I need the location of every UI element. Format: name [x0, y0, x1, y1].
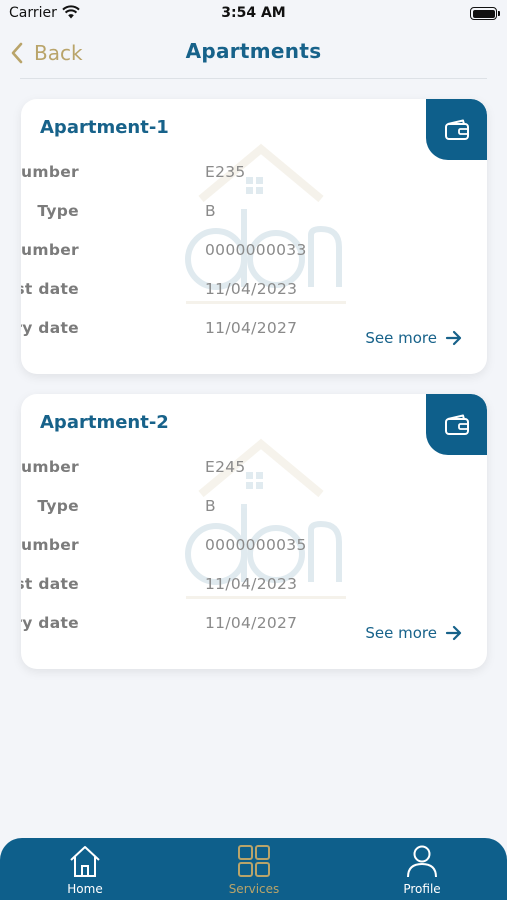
wallet-icon [444, 119, 469, 140]
field-label: Type [37, 202, 79, 220]
field-value: E235 [205, 163, 246, 181]
apartment-title: Apartment-2 [40, 412, 169, 433]
field-label: Request number [21, 536, 79, 554]
see-more-label: See more [365, 624, 437, 642]
home-icon [70, 846, 100, 877]
field-value: B [205, 497, 216, 515]
field-label: Request date [21, 280, 79, 298]
field-label: Delivery date [21, 614, 79, 632]
field-value: 11/04/2027 [205, 319, 298, 337]
field-value: E245 [205, 458, 246, 476]
apartment-title: Apartment-1 [40, 117, 169, 138]
wallet-button[interactable] [426, 394, 487, 455]
field-value: 11/04/2023 [205, 575, 298, 593]
field-value: 11/04/2023 [205, 280, 298, 298]
arrow-right-icon [445, 330, 462, 346]
field-label: Number [21, 458, 79, 476]
field-row: Request number 0000000033 [21, 241, 381, 263]
navigation-bar: Back Apartments [0, 30, 507, 80]
tab-services-label: Services [228, 882, 280, 896]
person-icon [407, 845, 437, 878]
field-row: Delivery date 11/04/2027 [21, 319, 381, 341]
status-time: 3:54 AM [221, 5, 286, 21]
field-label: Number [21, 163, 79, 181]
wallet-button[interactable] [426, 99, 487, 160]
tab-home[interactable]: Home [25, 838, 145, 900]
apartment-card[interactable]: Apartment-2 Number E245 Type B Request n… [21, 394, 487, 669]
status-bar: Carrier 3:54 AM [0, 0, 507, 30]
page-title: Apartments [185, 39, 322, 63]
field-label: Delivery date [21, 319, 79, 337]
tab-profile[interactable]: Profile [362, 838, 482, 900]
bottom-tab-bar: Home Services Profile [0, 838, 507, 900]
field-value: 0000000035 [205, 536, 307, 554]
arrow-right-icon [445, 625, 462, 641]
see-more-link[interactable]: See more [365, 329, 463, 347]
tab-services[interactable]: Services [194, 838, 314, 900]
field-row: Type B [21, 497, 381, 519]
tab-profile-label: Profile [403, 882, 441, 896]
wallet-icon [444, 414, 469, 435]
apartment-card[interactable]: Apartment-1 Number E235 Type B Request n… [21, 99, 487, 374]
grid-icon [238, 845, 270, 877]
field-label: Request number [21, 241, 79, 259]
field-row: Number E235 [21, 163, 381, 185]
field-row: Delivery date 11/04/2027 [21, 614, 381, 636]
see-more-link[interactable]: See more [365, 624, 463, 642]
field-row: Request number 0000000035 [21, 536, 381, 558]
field-value: 0000000033 [205, 241, 307, 259]
field-row: Request date 11/04/2023 [21, 280, 381, 302]
field-row: Type B [21, 202, 381, 224]
nav-divider [20, 78, 487, 79]
field-row: Number E245 [21, 458, 381, 480]
field-row: Request date 11/04/2023 [21, 575, 381, 597]
field-label: Request date [21, 575, 79, 593]
tab-home-label: Home [67, 882, 103, 896]
see-more-label: See more [365, 329, 437, 347]
field-value: 11/04/2027 [205, 614, 298, 632]
apartments-screen: Carrier 3:54 AM Back Apartments Apartmen… [0, 0, 507, 900]
battery-icon [470, 7, 500, 20]
field-label: Type [37, 497, 79, 515]
field-value: B [205, 202, 216, 220]
